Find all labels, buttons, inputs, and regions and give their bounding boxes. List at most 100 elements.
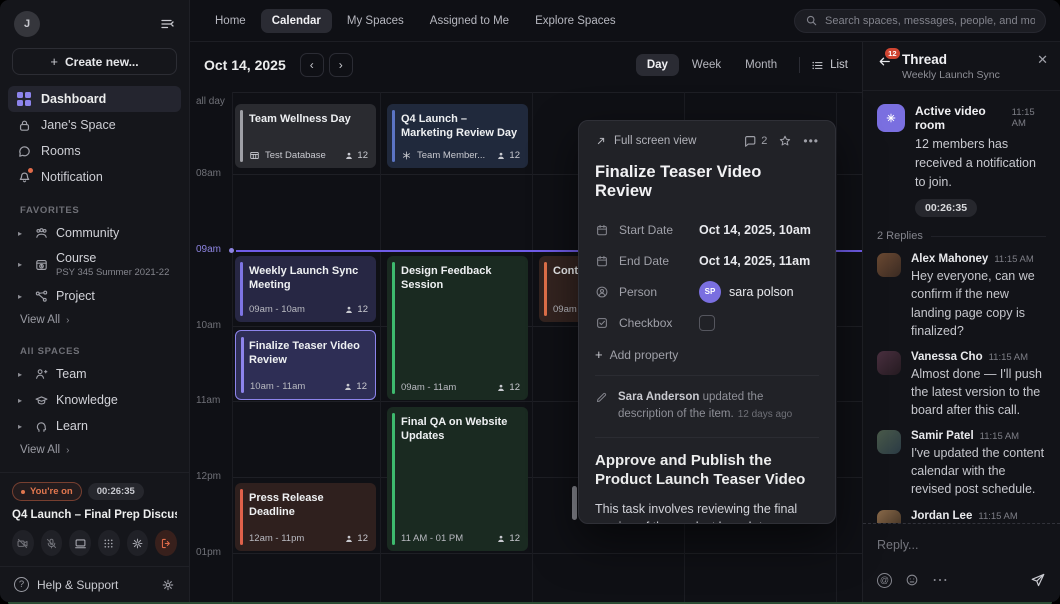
expand-caret-icon[interactable]: ▸ bbox=[18, 370, 26, 379]
mic-off-button[interactable] bbox=[41, 530, 63, 556]
prev-day-button[interactable]: ‹ bbox=[300, 53, 324, 77]
graduation-cap-icon bbox=[33, 392, 49, 408]
calendar-icon bbox=[595, 254, 610, 268]
search-input[interactable] bbox=[825, 15, 1035, 27]
expand-caret-icon[interactable]: ▸ bbox=[18, 260, 26, 269]
full-screen-view-button[interactable]: Full screen view bbox=[595, 135, 696, 147]
view-day-button[interactable]: Day bbox=[636, 54, 679, 76]
view-week-button[interactable]: Week bbox=[681, 54, 732, 76]
sidebar-item-knowledge[interactable]: ▸ Knowledge bbox=[0, 387, 189, 413]
sidebar-item-team[interactable]: ▸ Team bbox=[0, 361, 189, 387]
leave-call-button[interactable] bbox=[155, 530, 177, 556]
screen-share-button[interactable] bbox=[69, 530, 91, 556]
thread-title: Thread bbox=[902, 52, 1000, 67]
send-icon bbox=[1030, 572, 1046, 588]
event-q4-launch-marketing-review[interactable]: Q4 Launch – Marketing Review Day Team Me… bbox=[387, 104, 528, 168]
next-day-button[interactable]: › bbox=[329, 53, 353, 77]
event-team-wellness-day[interactable]: Team Wellness Day Test Database 12 bbox=[235, 104, 376, 168]
view-all-spaces[interactable]: View All › bbox=[0, 439, 189, 461]
sidebar-item-community[interactable]: ▸ Community bbox=[0, 220, 189, 246]
view-all-favorites[interactable]: View All › bbox=[0, 309, 189, 331]
event-finalize-teaser-video-review[interactable]: Finalize Teaser Video Review 10am - 11am… bbox=[235, 330, 376, 400]
sidebar-item-course[interactable]: ▸ Course PSY 345 Summer 2021-22 bbox=[0, 246, 189, 283]
attendee-icon bbox=[343, 382, 353, 392]
sidebar-item-learn[interactable]: ▸ Learn bbox=[0, 413, 189, 439]
event-press-release-deadline[interactable]: Press Release Deadline 12am - 11pm 12 bbox=[235, 483, 376, 551]
field-end-date[interactable]: End Date Oct 14, 2025, 11am bbox=[595, 245, 819, 276]
chat-bubble-icon bbox=[16, 143, 32, 159]
app-window: J + Create new... Dashboard Jane's Space bbox=[0, 0, 1060, 602]
chevron-right-icon: › bbox=[66, 315, 69, 326]
sidebar: J + Create new... Dashboard Jane's Space bbox=[0, 0, 190, 602]
time-label: all day bbox=[196, 96, 232, 107]
calendar-date: Oct 14, 2025 bbox=[204, 57, 286, 73]
thread-message: Vanessa Cho11:15 AM Almost done — I'll p… bbox=[863, 340, 1060, 419]
field-start-date[interactable]: Start Date Oct 14, 2025, 10am bbox=[595, 214, 819, 245]
sidebar-item-project[interactable]: ▸ Project bbox=[0, 283, 189, 309]
tab-my-spaces[interactable]: My Spaces bbox=[336, 9, 415, 33]
help-support-link[interactable]: Help & Support bbox=[37, 578, 118, 592]
mention-icon[interactable]: @ bbox=[877, 573, 892, 588]
view-list-button[interactable]: List bbox=[811, 59, 848, 72]
search-bar[interactable] bbox=[794, 9, 1046, 33]
time-label-current: 09am bbox=[196, 244, 232, 255]
reply-input[interactable] bbox=[877, 538, 1046, 552]
expand-caret-icon[interactable]: ▸ bbox=[18, 229, 26, 238]
camera-off-button[interactable] bbox=[12, 530, 34, 556]
call-settings-button[interactable] bbox=[127, 530, 149, 556]
sidebar-item-dashboard[interactable]: Dashboard bbox=[8, 86, 181, 112]
screen: J + Create new... Dashboard Jane's Space bbox=[0, 0, 1060, 604]
time-label: 11am bbox=[196, 395, 232, 406]
emoji-icon[interactable] bbox=[905, 573, 919, 587]
reply-composer: @ ⋯ bbox=[863, 523, 1060, 602]
scrollbar-thumb[interactable] bbox=[572, 486, 577, 520]
project-nodes-icon bbox=[33, 288, 49, 304]
tab-calendar[interactable]: Calendar bbox=[261, 9, 332, 33]
sidebar-item-janes-space[interactable]: Jane's Space bbox=[8, 112, 181, 138]
search-icon bbox=[805, 14, 818, 27]
field-person[interactable]: Person SP sara polson bbox=[595, 276, 819, 307]
event-detail-modal: Full screen view 2 ••• Finalize Teaser V… bbox=[578, 120, 836, 524]
time-label: 01pm bbox=[196, 547, 232, 558]
tab-home[interactable]: Home bbox=[204, 9, 257, 33]
event-weekly-launch-sync-meeting[interactable]: Weekly Launch Sync Meeting 09am - 10am 1… bbox=[235, 256, 376, 322]
call-timer-badge: 00:26:35 bbox=[88, 483, 144, 500]
apps-grid-button[interactable] bbox=[98, 530, 120, 556]
send-button[interactable] bbox=[1030, 572, 1046, 588]
add-property-button[interactable]: + Add property bbox=[595, 347, 819, 362]
user-avatar[interactable]: J bbox=[14, 11, 40, 37]
field-checkbox[interactable]: Checkbox bbox=[595, 307, 819, 338]
avatar bbox=[877, 253, 901, 277]
sidebar-item-rooms[interactable]: Rooms bbox=[8, 138, 181, 164]
event-final-qa-website-updates[interactable]: Final QA on Website Updates 11 AM - 01 P… bbox=[387, 407, 528, 551]
thread-message: Alex Mahoney11:15 AM Hey everyone, can w… bbox=[863, 242, 1060, 340]
video-room-timer: 00:26:35 bbox=[915, 199, 977, 217]
attendee-icon bbox=[496, 151, 506, 161]
collapse-sidebar-icon[interactable] bbox=[159, 16, 175, 32]
back-button[interactable]: 12 bbox=[877, 54, 892, 81]
more-options-button[interactable]: ••• bbox=[803, 134, 819, 148]
expand-caret-icon[interactable]: ▸ bbox=[18, 422, 26, 431]
expand-caret-icon[interactable]: ▸ bbox=[18, 396, 26, 405]
star-icon bbox=[778, 134, 792, 148]
event-design-feedback-session[interactable]: Design Feedback Session 09am - 11am 12 bbox=[387, 256, 528, 400]
tab-assigned-to-me[interactable]: Assigned to Me bbox=[419, 9, 520, 33]
sidebar-item-notification[interactable]: Notification bbox=[8, 164, 181, 190]
comments-button[interactable]: 2 bbox=[743, 134, 767, 148]
create-new-button[interactable]: + Create new... bbox=[12, 48, 177, 75]
expand-icon bbox=[595, 135, 607, 147]
expand-caret-icon[interactable]: ▸ bbox=[18, 292, 26, 301]
description-body: This task involves reviewing the final v… bbox=[595, 500, 819, 525]
team-person-icon bbox=[33, 366, 49, 382]
settings-gear-icon[interactable] bbox=[161, 578, 175, 592]
more-options-icon[interactable]: ⋯ bbox=[932, 570, 948, 590]
list-icon bbox=[811, 59, 824, 72]
view-month-button[interactable]: Month bbox=[734, 54, 788, 76]
checkbox-input[interactable] bbox=[699, 315, 715, 331]
live-dot-icon bbox=[21, 490, 25, 494]
tab-explore-spaces[interactable]: Explore Spaces bbox=[524, 9, 627, 33]
chevron-right-icon: › bbox=[66, 445, 69, 456]
star-button[interactable] bbox=[778, 134, 792, 148]
lock-icon bbox=[16, 117, 32, 133]
close-icon[interactable]: ✕ bbox=[1037, 52, 1048, 68]
